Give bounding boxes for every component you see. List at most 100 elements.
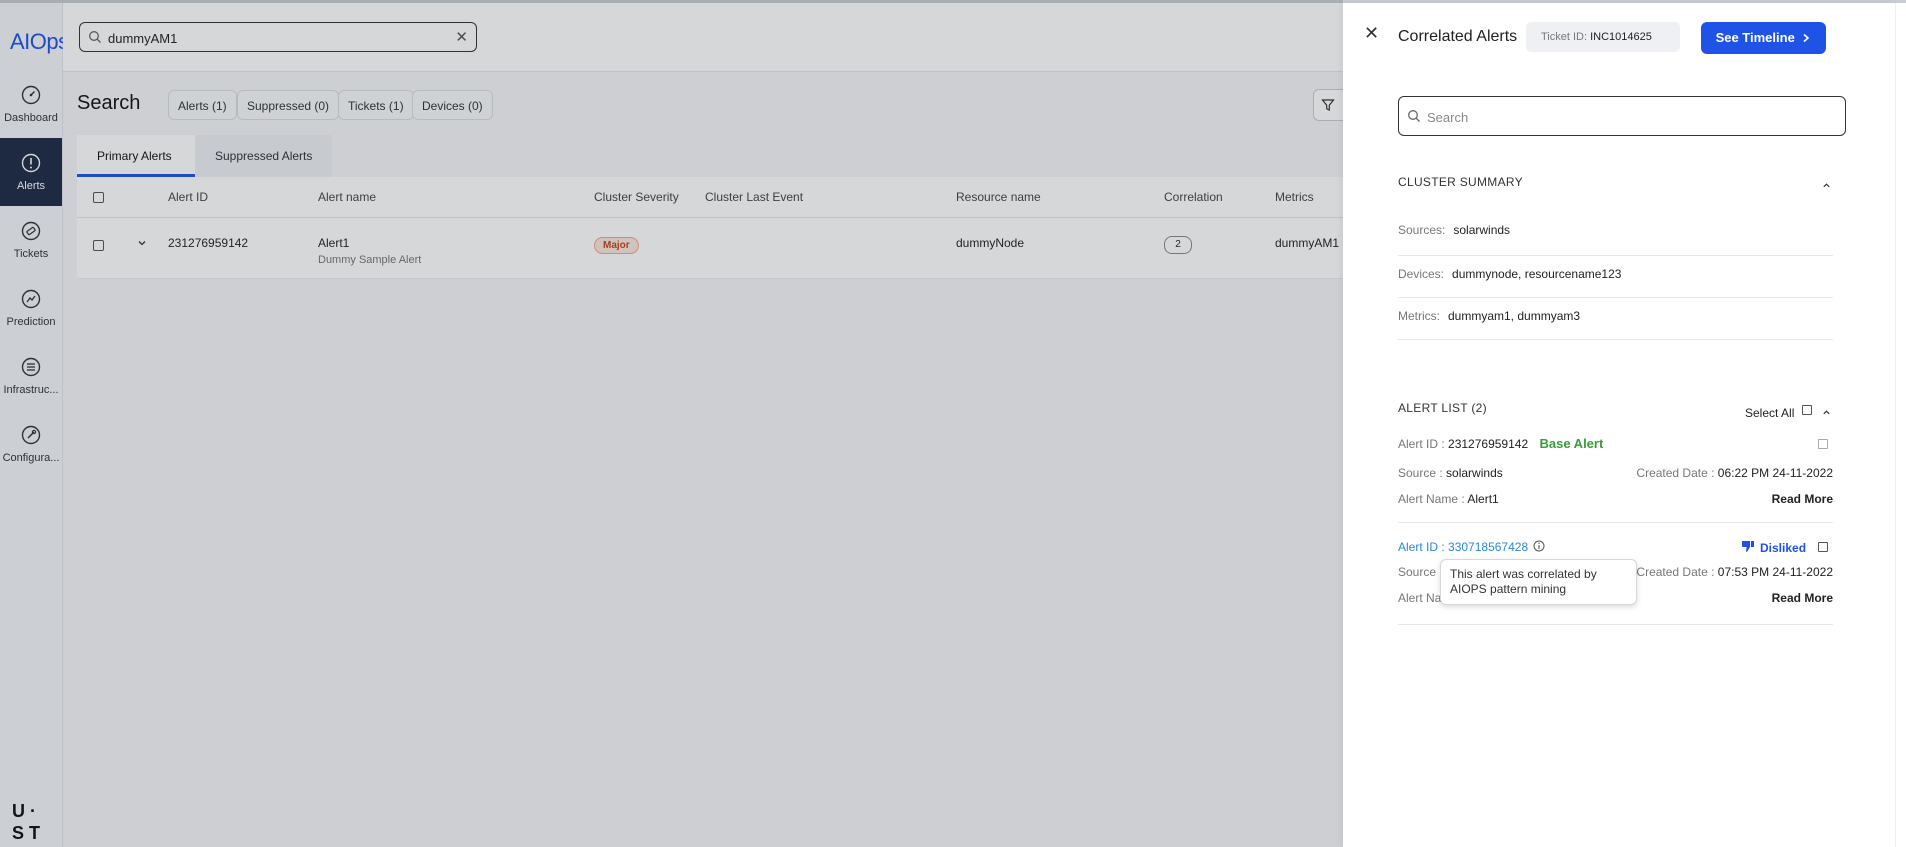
cell-alert-name: Alert1 Dummy Sample Alert [318, 236, 421, 266]
sidebar-item-label: Infrastruc... [3, 384, 59, 396]
row-checkbox[interactable] [93, 240, 104, 251]
alert-description: Dummy Sample Alert [318, 254, 422, 266]
chip-suppressed[interactable]: Suppressed (0) [237, 90, 340, 120]
table-row[interactable]: 231276959142 Alert1 Dummy Sample Alert M… [77, 218, 1343, 279]
collapse-alert-list-icon[interactable] [1822, 408, 1831, 417]
alert-card: Alert ID : 231276959142 Base Alert Sourc… [1398, 427, 1833, 523]
col-metrics: Metrics [1275, 190, 1314, 204]
sidebar-item-label: Prediction [6, 316, 56, 328]
disliked-feedback[interactable]: Disliked [1760, 541, 1806, 555]
base-alert-tag: Base Alert [1539, 436, 1604, 451]
summary-label: Sources: [1398, 223, 1446, 237]
sidebar-item-dashboard[interactable]: Dashboard [0, 70, 62, 138]
chevron-right-icon [1803, 33, 1810, 43]
read-more-link[interactable]: Read More [1772, 492, 1833, 506]
alert-created-value: 06:22 PM 24-11-2022 [1717, 466, 1833, 480]
filter-funnel-icon [1321, 99, 1335, 111]
tab-suppressed-alerts[interactable]: Suppressed Alerts [195, 135, 332, 177]
thumbs-down-icon [1742, 541, 1754, 552]
collapse-cluster-summary-icon[interactable] [1822, 181, 1831, 190]
sidebar-item-prediction[interactable]: Prediction [0, 274, 62, 342]
search-results-page: Search Alerts (1) Suppressed (0) Tickets… [63, 72, 1353, 847]
correlation-count-badge[interactable]: 2 [1164, 236, 1192, 254]
chip-tickets[interactable]: Tickets (1) [338, 90, 414, 120]
ticket-icon [21, 221, 41, 241]
alert-created-line: Created Date : 07:53 PM 24-11-2022 [1636, 565, 1833, 579]
alert-name-label: Alert Name : [1398, 492, 1465, 506]
alert-id-line: Alert ID : 231276959142 Base Alert [1398, 436, 1603, 451]
alert-checkbox[interactable] [1818, 439, 1828, 449]
alert-name-label: Alert Na [1398, 591, 1442, 605]
summary-label: Metrics: [1398, 309, 1440, 323]
severity-badge: Major [594, 237, 639, 254]
select-all-checkbox[interactable] [1802, 405, 1812, 415]
cell-alert-id: 231276959142 [168, 236, 249, 250]
top-header: ✕ [63, 3, 1343, 72]
correlated-alerts-panel: ✕ Correlated Alerts Ticket ID: INC101462… [1343, 3, 1895, 847]
clear-search-icon[interactable]: ✕ [455, 28, 468, 46]
cell-metrics: dummyAM1 [1275, 236, 1340, 250]
infrastructure-list-icon [21, 357, 41, 377]
alert-id-label: Alert ID : [1398, 437, 1445, 451]
table-header: Alert ID Alert name Cluster Severity Clu… [77, 177, 1343, 218]
chevron-down-icon[interactable] [137, 238, 147, 248]
tab-primary-alerts[interactable]: Primary Alerts [77, 135, 195, 177]
cell-resource-name: dummyNode [956, 236, 1025, 250]
correlation-tooltip: This alert was correlated by AIOPS patte… [1440, 559, 1637, 605]
alert-id-value: 231276959142 [1448, 437, 1529, 451]
prediction-icon [21, 289, 41, 309]
info-icon[interactable] [1533, 540, 1545, 552]
col-cluster-last-event: Cluster Last Event [705, 190, 804, 204]
sidebar-nav: AIOps Dashboard Alerts Tickets Predictio… [0, 3, 69, 847]
sidebar-item-alerts[interactable]: Alerts [0, 138, 62, 206]
alert-id-link[interactable]: 330718567428 [1448, 540, 1528, 554]
sidebar-item-configuration[interactable]: Configura... [0, 410, 62, 478]
sidebar-item-tickets[interactable]: Tickets [0, 206, 62, 274]
alert-list-heading: ALERT LIST (2) [1398, 401, 1487, 415]
chip-devices[interactable]: Devices (0) [412, 90, 493, 120]
select-all-label: Select All [1745, 406, 1795, 420]
col-alert-name: Alert name [318, 190, 377, 204]
cluster-summary-heading: CLUSTER SUMMARY [1398, 175, 1523, 189]
alert-created-value: 07:53 PM 24-11-2022 [1717, 565, 1833, 579]
alert-created-label: Created Date : [1636, 565, 1715, 579]
alert-id-line: Alert ID : 330718567428 [1398, 540, 1528, 554]
alert-source-line: Source [1398, 565, 1436, 579]
panel-search [1398, 96, 1846, 136]
alert-circle-icon [21, 153, 41, 173]
see-timeline-label: See Timeline [1715, 30, 1795, 45]
configuration-icon [21, 425, 41, 445]
page-title: Search [77, 92, 141, 114]
summary-value: dummyam1, dummyam3 [1448, 309, 1581, 323]
ticket-id-value: INC1014625 [1590, 31, 1652, 43]
alert-checkbox[interactable] [1818, 542, 1828, 552]
alert-name-text: Alert1 [318, 236, 350, 250]
alert-source-value: solarwinds [1446, 466, 1503, 480]
select-all-rows-checkbox[interactable] [93, 192, 104, 203]
alert-name-value: Alert1 [1467, 492, 1499, 506]
alert-name-line: Alert Name : Alert1 [1398, 492, 1499, 506]
global-search-input[interactable] [106, 27, 440, 49]
alert-source-line: Source : solarwinds [1398, 466, 1503, 480]
chip-alerts[interactable]: Alerts (1) [168, 90, 237, 120]
alert-id-label: Alert ID : [1398, 540, 1445, 554]
col-resource-name: Resource name [956, 190, 1041, 204]
summary-row-devices: Devices: dummynode, resourcename123 [1398, 255, 1833, 298]
summary-label: Devices: [1398, 267, 1445, 281]
panel-search-input[interactable] [1425, 106, 1829, 128]
sidebar-item-infrastructure[interactable]: Infrastruc... [0, 342, 62, 410]
brand-logo: U· ST [12, 801, 46, 843]
summary-value: dummynode, resourcename123 [1452, 267, 1622, 281]
close-panel-icon[interactable]: ✕ [1364, 23, 1379, 44]
col-cluster-severity: Cluster Severity [594, 190, 679, 204]
see-timeline-button[interactable]: See Timeline [1701, 22, 1826, 54]
ticket-id-badge: Ticket ID: INC1014625 [1526, 22, 1680, 52]
alert-source-label: Source : [1398, 466, 1443, 480]
summary-row-sources: Sources: solarwinds [1398, 213, 1833, 256]
alerts-table: Alert ID Alert name Cluster Severity Clu… [77, 177, 1343, 279]
ticket-id-label: Ticket ID: [1541, 31, 1588, 43]
col-alert-id: Alert ID [168, 190, 209, 204]
sidebar-item-label: Configura... [2, 452, 60, 464]
read-more-link[interactable]: Read More [1772, 591, 1833, 605]
panel-title: Correlated Alerts [1398, 28, 1518, 45]
